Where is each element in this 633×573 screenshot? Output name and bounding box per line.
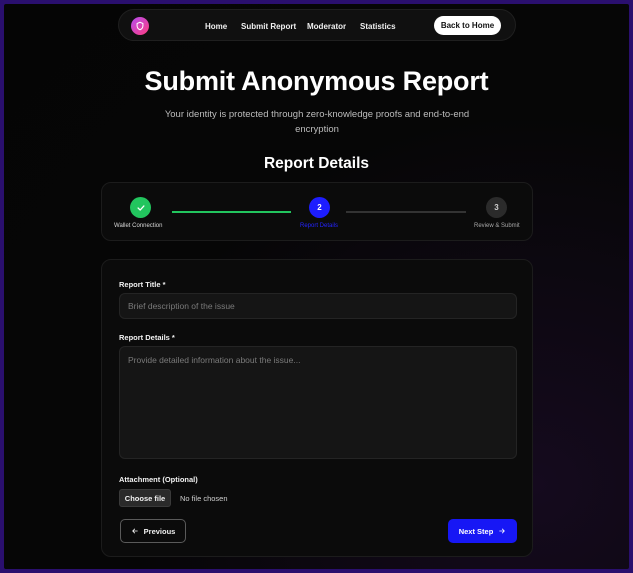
arrow-right-icon — [499, 528, 506, 534]
top-navbar: Home Submit Report Moderator Statistics … — [118, 9, 516, 41]
nav-link-home[interactable]: Home — [205, 22, 227, 31]
next-step-button[interactable]: Next Step — [448, 519, 517, 543]
app-frame: Home Submit Report Moderator Statistics … — [4, 4, 629, 569]
nav-link-submit-report[interactable]: Submit Report — [241, 22, 296, 31]
step-1-label: Wallet Connection — [114, 223, 163, 229]
check-icon — [136, 204, 145, 211]
section-title: Report Details — [263, 155, 370, 172]
progress-stepper: 2 3 Wallet Connection Report Details Rev… — [101, 182, 533, 241]
report-form-card: Report Title * Report Details * Attachme… — [101, 259, 533, 557]
report-details-textarea[interactable] — [119, 346, 517, 459]
arrow-left-icon — [131, 528, 138, 534]
step-2-label: Report Details — [300, 223, 339, 229]
step-connector-pending — [346, 211, 466, 213]
report-title-input[interactable] — [119, 293, 517, 319]
nav-link-moderator[interactable]: Moderator — [307, 22, 346, 31]
back-to-home-button[interactable]: Back to Home — [434, 16, 501, 35]
report-title-label: Report Title * — [119, 280, 166, 289]
step-3-label: Review & Submit — [474, 223, 520, 229]
choose-file-button[interactable]: Choose file — [119, 489, 171, 507]
previous-button[interactable]: Previous — [120, 519, 186, 543]
report-details-label: Report Details * — [119, 333, 175, 342]
previous-button-label: Previous — [143, 526, 176, 536]
step-3-pending: 3 — [486, 197, 507, 218]
step-1-complete — [130, 197, 151, 218]
page-title: Submit Anonymous Report — [144, 66, 489, 96]
step-2-active: 2 — [309, 197, 330, 218]
step-connector-complete — [172, 211, 291, 213]
file-status-text: No file chosen — [180, 494, 228, 503]
page-subtitle: Your identity is protected through zero-… — [164, 109, 470, 135]
shield-icon[interactable] — [131, 17, 149, 35]
nav-link-statistics[interactable]: Statistics — [360, 22, 396, 31]
attachment-label: Attachment (Optional) — [119, 475, 198, 484]
next-step-button-label: Next Step — [458, 526, 494, 536]
